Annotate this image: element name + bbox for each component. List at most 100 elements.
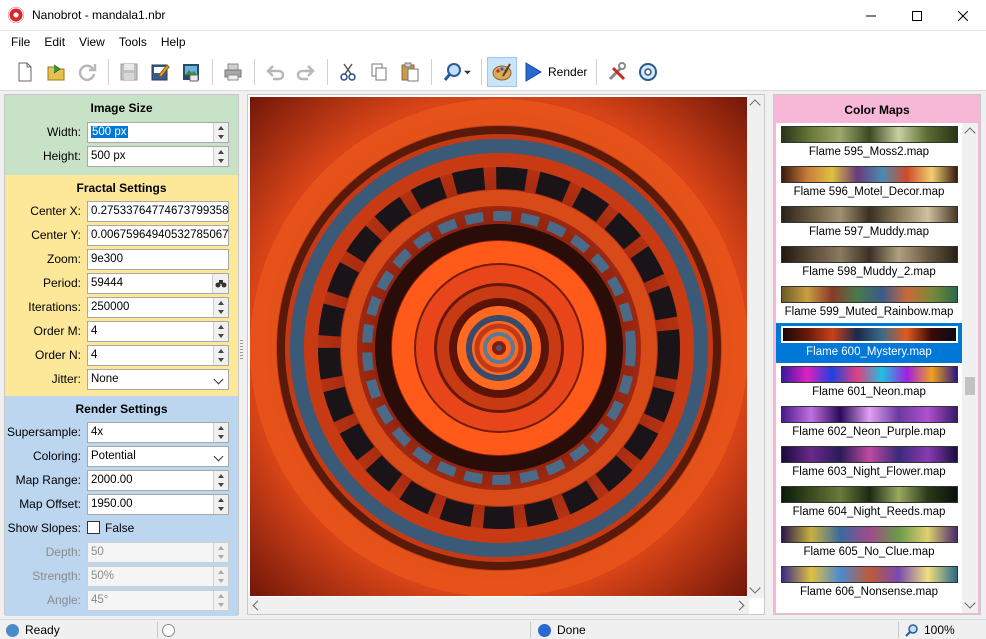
find-period-button[interactable]	[212, 274, 228, 293]
minimize-button[interactable]	[848, 0, 894, 31]
strength-label: Strength:	[32, 569, 81, 583]
jitter-select[interactable]: None	[87, 369, 229, 390]
scroll-up-icon[interactable]	[964, 127, 976, 139]
order-n-label: Order N:	[34, 348, 81, 362]
map-range-spinner[interactable]	[213, 471, 228, 490]
image-size-title: Image Size	[90, 101, 153, 115]
color-map-item[interactable]: Flame 598_Muddy_2.map	[776, 243, 962, 283]
width-spinner[interactable]	[213, 123, 228, 142]
width-input[interactable]: 500 px	[87, 122, 229, 143]
export-image-icon	[183, 64, 199, 82]
fractal-settings-section: Fractal Settings Center X: 0.27533764774…	[5, 175, 238, 396]
color-map-name: Flame 597_Muddy.map	[809, 226, 929, 238]
period-input[interactable]: 59444	[87, 273, 229, 294]
map-offset-spinner[interactable]	[213, 495, 228, 514]
canvas-horizontal-scrollbar[interactable]	[248, 597, 749, 614]
iterations-label: Iterations:	[28, 300, 81, 314]
color-map-item[interactable]: Flame 603_Night_Flower.map	[776, 443, 962, 483]
status-bar: Ready Done 100%	[0, 619, 986, 639]
height-input[interactable]: 500 px	[87, 146, 229, 167]
color-maps-scrollbar[interactable]	[962, 123, 978, 613]
color-map-item[interactable]: Flame 596_Motel_Decor.map	[776, 163, 962, 203]
close-icon	[958, 10, 968, 21]
redo-button[interactable]	[291, 57, 321, 87]
zoom-input[interactable]: 9e300	[87, 249, 229, 270]
fractal-image[interactable]	[250, 97, 748, 596]
order-n-input[interactable]: 4	[87, 345, 229, 366]
menu-tools[interactable]: Tools	[112, 31, 154, 54]
paste-button[interactable]	[395, 57, 425, 87]
angle-spinner[interactable]	[213, 591, 228, 610]
color-map-item[interactable]: Flame 602_Neon_Purple.map	[776, 403, 962, 443]
coloring-select[interactable]: Potential	[87, 446, 229, 467]
scroll-down-icon[interactable]	[964, 597, 976, 609]
tools-button[interactable]	[602, 57, 632, 87]
reload-button[interactable]	[72, 57, 102, 87]
color-map-name: Flame 603_Night_Flower.map	[792, 466, 946, 478]
color-map-name: Flame 606_Nonsense.map	[799, 586, 939, 598]
depth-input[interactable]: 50	[87, 542, 229, 563]
color-map-item[interactable]: Flame 595_Moss2.map	[776, 123, 962, 163]
color-map-item[interactable]: Flame 600_Mystery.map	[776, 323, 962, 363]
settings-button[interactable]	[633, 57, 663, 87]
color-maps-title: Color Maps	[844, 103, 910, 117]
iterations-input[interactable]: 250000	[87, 297, 229, 318]
splitter-handle[interactable]	[240, 340, 243, 360]
center-y-input[interactable]: 0.00675964940532785067	[87, 225, 229, 246]
canvas-vertical-scrollbar[interactable]	[747, 95, 764, 598]
zoom-button[interactable]	[437, 57, 475, 87]
new-button[interactable]	[10, 57, 40, 87]
save-button[interactable]	[114, 57, 144, 87]
order-m-input[interactable]: 4	[87, 321, 229, 342]
scrollbar-thumb[interactable]	[965, 377, 975, 395]
open-button[interactable]	[41, 57, 71, 87]
color-map-item[interactable]: Flame 601_Neon.map	[776, 363, 962, 403]
color-map-item[interactable]: Flame 604_Night_Reeds.map	[776, 483, 962, 523]
order-m-spinner[interactable]	[213, 322, 228, 341]
depth-label: Depth:	[45, 545, 81, 559]
supersample-input[interactable]: 4x	[87, 422, 229, 443]
height-spinner[interactable]	[213, 147, 228, 166]
menu-edit[interactable]: Edit	[37, 31, 72, 54]
color-maps-panel: Color Maps Flame 595_Moss2.map Flame 596_…	[773, 94, 981, 615]
render-button[interactable]: Render	[518, 57, 591, 87]
map-range-input[interactable]: 2000.00	[87, 470, 229, 491]
menu-view[interactable]: View	[72, 31, 112, 54]
depth-spinner[interactable]	[213, 543, 228, 562]
save-as-button[interactable]	[145, 57, 175, 87]
image-size-section: Image Size Width: 500 px Height: 500 px	[5, 95, 238, 175]
color-map-item[interactable]: Flame 606_Nonsense.map	[776, 563, 962, 603]
maximize-button[interactable]	[894, 0, 940, 31]
order-n-spinner[interactable]	[213, 346, 228, 365]
cut-button[interactable]	[333, 57, 363, 87]
undo-button[interactable]	[260, 57, 290, 87]
color-map-item[interactable]: Flame 605_No_Clue.map	[776, 523, 962, 563]
scroll-up-icon[interactable]	[749, 99, 761, 111]
undo-icon	[266, 65, 285, 81]
color-map-name: Flame 598_Muddy_2.map	[802, 266, 936, 278]
supersample-spinner[interactable]	[213, 423, 228, 442]
color-maps-list[interactable]: Flame 595_Moss2.map Flame 596_Motel_Decor…	[776, 123, 962, 613]
close-button[interactable]	[940, 0, 986, 31]
angle-input[interactable]: 45°	[87, 590, 229, 611]
render-canvas-area[interactable]	[247, 94, 765, 615]
color-map-swatch	[781, 326, 958, 343]
color-map-item[interactable]: Flame 599_Muted_Rainbow.map	[776, 283, 962, 323]
show-slopes-checkbox[interactable]	[87, 521, 100, 534]
strength-input[interactable]: 50%	[87, 566, 229, 587]
menu-file[interactable]: File	[4, 31, 37, 54]
print-button[interactable]	[218, 57, 248, 87]
scroll-down-icon[interactable]	[749, 582, 761, 594]
scroll-left-icon[interactable]	[252, 600, 263, 611]
menu-help[interactable]: Help	[154, 31, 193, 54]
strength-spinner[interactable]	[213, 567, 228, 586]
center-x-input[interactable]: 0.275337647746737993588	[87, 201, 229, 222]
palette-button[interactable]	[487, 57, 517, 87]
coloring-label: Coloring:	[32, 449, 81, 463]
map-offset-input[interactable]: 1950.00	[87, 494, 229, 515]
copy-button[interactable]	[364, 57, 394, 87]
iterations-spinner[interactable]	[213, 298, 228, 317]
color-map-item[interactable]: Flame 597_Muddy.map	[776, 203, 962, 243]
export-image-button[interactable]	[176, 57, 206, 87]
scroll-right-icon[interactable]	[734, 600, 745, 611]
